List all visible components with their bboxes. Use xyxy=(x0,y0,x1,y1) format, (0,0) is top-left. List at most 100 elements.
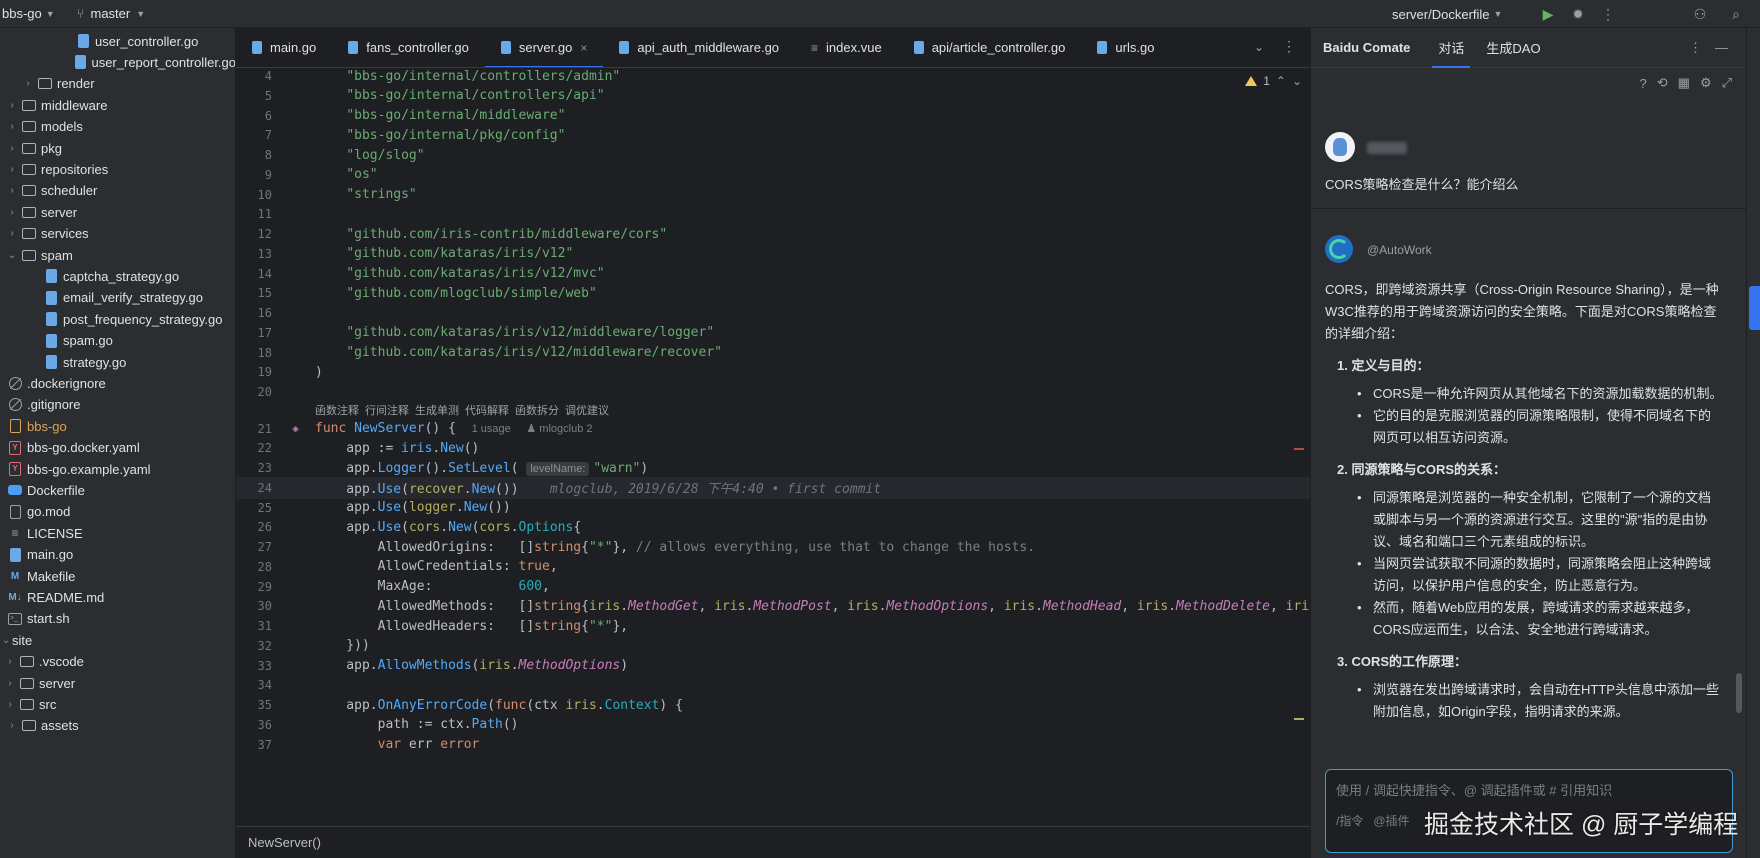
tree-item[interactable]: › repositories xyxy=(0,158,235,180)
code-line[interactable]: 27 AllowedOrigins: []string{"*"}, // all… xyxy=(236,536,1310,558)
search-icon[interactable]: ⌕ xyxy=(1726,4,1746,24)
code-line[interactable]: 19) xyxy=(236,361,1310,383)
code-line[interactable]: 14 "github.com/kataras/iris/v12/mvc" xyxy=(236,263,1310,285)
tree-item[interactable]: Ybbs-go.example.yaml xyxy=(0,458,235,480)
chevron-right-icon[interactable]: › xyxy=(6,143,18,154)
tab-chat[interactable]: 对话 xyxy=(1432,28,1471,68)
code-line[interactable]: 10 "strings" xyxy=(236,184,1310,206)
chevron-down-icon[interactable]: ⌄ xyxy=(6,250,18,261)
code-line[interactable]: 30 AllowedMethods: []string{iris.MethodG… xyxy=(236,595,1310,617)
editor-tab[interactable]: fans_controller.go xyxy=(332,28,485,67)
tree-item[interactable]: M↓ README.md xyxy=(0,586,235,608)
code-line[interactable]: 32 })) xyxy=(236,635,1310,657)
code-line[interactable]: 13 "github.com/kataras/iris/v12" xyxy=(236,243,1310,265)
chevron-right-icon[interactable]: › xyxy=(6,207,18,218)
chevron-right-icon[interactable]: › xyxy=(4,678,16,689)
tree-item[interactable]: ≡ LICENSE xyxy=(0,522,235,544)
code-line[interactable]: 20 xyxy=(236,381,1310,403)
tree-item[interactable]: › render xyxy=(0,73,235,95)
code-line[interactable]: 12 "github.com/iris-contrib/middleware/c… xyxy=(236,223,1310,245)
code-line[interactable]: 18 "github.com/kataras/iris/v12/middlewa… xyxy=(236,342,1310,364)
editor-tab[interactable]: api/article_controller.go xyxy=(898,28,1082,67)
chevron-right-icon[interactable]: › xyxy=(6,228,18,239)
tree-item[interactable]: M Makefile xyxy=(0,565,235,587)
code-line[interactable]: 31 AllowedHeaders: []string{"*"}, xyxy=(236,615,1310,637)
code-line[interactable]: 21 ◈ func NewServer() { 1 usage ♟ mlogclub… xyxy=(236,418,1310,440)
more-icon[interactable]: ⋮ xyxy=(1282,38,1296,55)
run-icon[interactable]: ▶ xyxy=(1538,4,1558,24)
code-line[interactable]: 9 "os" xyxy=(236,164,1310,186)
tree-item[interactable]: ⌄ site xyxy=(0,629,235,651)
tree-item[interactable]: user_controller.go xyxy=(0,30,235,52)
plugins-icon[interactable]: ▦ xyxy=(1678,75,1690,91)
code-line[interactable]: 23 app.Logger().SetLevel( levelName: "war… xyxy=(236,457,1310,479)
tree-item[interactable]: Dockerfile xyxy=(0,479,235,501)
code-line[interactable]: 7 "bbs-go/internal/pkg/config" xyxy=(236,124,1310,146)
chevron-down-icon[interactable]: ⌄ xyxy=(0,635,12,646)
settings-icon[interactable]: ⚙ xyxy=(1700,75,1712,91)
tree-item[interactable]: .gitignore xyxy=(0,394,235,416)
code-editor[interactable]: 1 ⌃ ⌄ 4 "bbs-go/internal/controllers/adm… xyxy=(236,68,1310,826)
tree-item[interactable]: Ybbs-go.docker.yaml xyxy=(0,437,235,459)
chevron-right-icon[interactable]: › xyxy=(6,185,18,196)
tree-item[interactable]: › server xyxy=(0,201,235,223)
plugin-chip[interactable]: @插件 xyxy=(1373,812,1409,829)
code-line[interactable]: 37 var err error xyxy=(236,734,1310,756)
tree-item[interactable]: email_verify_strategy.go xyxy=(0,287,235,309)
code-line[interactable]: 34 xyxy=(236,674,1310,696)
tree-item[interactable]: › server xyxy=(0,672,235,694)
code-line[interactable]: 6 "bbs-go/internal/middleware" xyxy=(236,105,1310,127)
code-line[interactable]: 15 "github.com/mlogclub/simple/web" xyxy=(236,282,1310,304)
editor-tab[interactable]: urls.go xyxy=(1081,28,1170,67)
chevron-right-icon[interactable]: › xyxy=(4,699,16,710)
chevron-right-icon[interactable]: › xyxy=(6,100,18,111)
editor-tab[interactable]: api_auth_middleware.go xyxy=(603,28,795,67)
debug-icon[interactable]: ✹ xyxy=(1568,4,1588,24)
usage-hint[interactable]: 1 usage xyxy=(472,423,511,435)
tree-item[interactable]: › services xyxy=(0,223,235,245)
history-icon[interactable]: ⟲ xyxy=(1657,75,1668,91)
more-icon[interactable]: ⋮ xyxy=(1689,40,1702,56)
tree-item[interactable]: ⌄ spam xyxy=(0,244,235,266)
chat-scrollbar[interactable] xyxy=(1736,673,1742,713)
add-user-icon[interactable]: ⚇ xyxy=(1690,4,1710,24)
code-line[interactable]: 5 "bbs-go/internal/controllers/api" xyxy=(236,85,1310,107)
tab-generate-dao[interactable]: 生成DAO xyxy=(1486,28,1540,68)
comate-tool-tab[interactable] xyxy=(1749,286,1760,330)
chevron-right-icon[interactable]: › xyxy=(22,78,34,89)
run-configuration-selector[interactable]: server/Dockerfile ▼ xyxy=(1392,0,1502,28)
tree-item[interactable]: bbs-go xyxy=(0,415,235,437)
code-line[interactable]: 17 "github.com/kataras/iris/v12/middlewa… xyxy=(236,322,1310,344)
command-chip[interactable]: /指令 xyxy=(1336,812,1363,829)
editor-tab[interactable]: main.go xyxy=(236,28,332,67)
code-line[interactable]: 22 app := iris.New() xyxy=(236,437,1310,459)
minimize-icon[interactable]: — xyxy=(1715,40,1728,55)
code-line[interactable]: 29 MaxAge: 600, xyxy=(236,576,1310,598)
help-icon[interactable]: ? xyxy=(1640,76,1647,91)
more-icon[interactable]: ⋮ xyxy=(1598,4,1618,24)
code-line[interactable]: 11 xyxy=(236,203,1310,225)
tree-item[interactable]: › .vscode xyxy=(0,651,235,673)
code-line[interactable]: 28 AllowCredentials: true, xyxy=(236,556,1310,578)
code-line[interactable]: 35 app.OnAnyErrorCode(func(ctx iris.Cont… xyxy=(236,694,1310,716)
tree-item[interactable]: captcha_strategy.go xyxy=(0,265,235,287)
tree-item[interactable]: › assets xyxy=(0,715,235,737)
tree-item[interactable]: › scheduler xyxy=(0,180,235,202)
implementation-gutter-icon[interactable]: ◈ xyxy=(292,422,299,435)
tree-item[interactable]: go.mod xyxy=(0,501,235,523)
close-icon[interactable]: × xyxy=(580,41,587,55)
code-line[interactable]: 26 app.Use(cors.New(cors.Options{ xyxy=(236,516,1310,538)
chevron-right-icon[interactable]: › xyxy=(4,656,16,667)
tree-item[interactable]: spam.go xyxy=(0,330,235,352)
editor-tab[interactable]: server.go × xyxy=(484,28,604,67)
editor-tab[interactable]: ≡ index.vue xyxy=(795,28,898,67)
breadcrumb[interactable]: NewServer() xyxy=(248,835,321,850)
tree-item[interactable]: › models xyxy=(0,116,235,138)
tree-item[interactable]: user_report_controller.go xyxy=(0,51,235,73)
tree-item[interactable]: › pkg xyxy=(0,137,235,159)
chevron-down-icon[interactable]: ⌄ xyxy=(1254,40,1264,54)
author-hint[interactable]: ♟ mlogclub 2 xyxy=(526,423,592,435)
code-line[interactable]: 36 path := ctx.Path() xyxy=(236,714,1310,736)
branch-selector[interactable]: ⑂ master ▼ xyxy=(77,6,145,21)
chevron-right-icon[interactable]: › xyxy=(6,121,18,132)
